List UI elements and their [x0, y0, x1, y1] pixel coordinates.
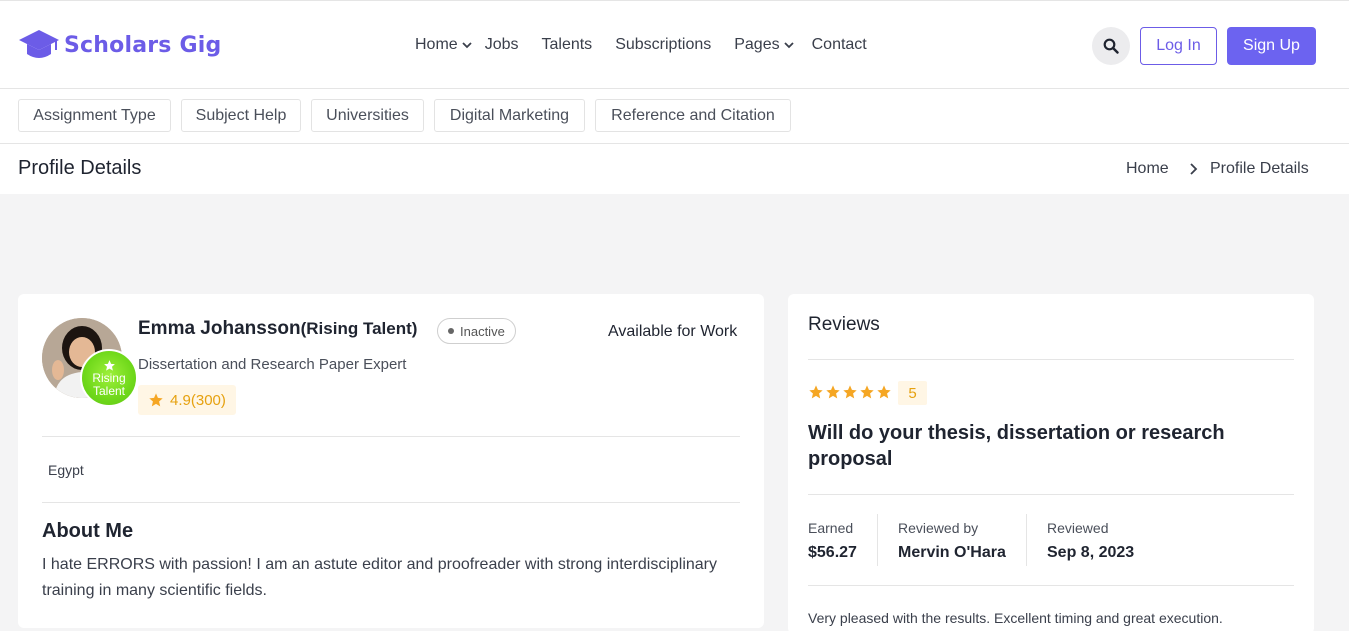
earned-value: $56.27: [808, 544, 857, 561]
category-digital-marketing[interactable]: Digital Marketing: [434, 99, 585, 132]
breadcrumb-current: Profile Details: [1210, 160, 1309, 177]
site-header: Scholars Gig Home Jobs Talents Subscript…: [0, 0, 1349, 89]
nav-contact-label: Contact: [811, 36, 867, 53]
meta-separator: [1026, 514, 1027, 566]
status-text: Inactive: [460, 323, 505, 339]
badge-line-1: Rising: [92, 370, 126, 385]
star-icon: [860, 385, 874, 399]
nav-subscriptions[interactable]: Subscriptions: [615, 36, 711, 54]
rising-talent-badge: Rising Talent: [80, 349, 138, 407]
earned-label: Earned: [808, 520, 854, 536]
star-icon: [826, 385, 840, 399]
meta-separator: [877, 514, 878, 566]
availability-text: Available for Work: [608, 323, 738, 340]
profile-name-text: Emma Johansson: [138, 318, 301, 339]
graduation-cap-icon: [19, 30, 59, 58]
page-title-bar: Profile Details Home Profile Details: [0, 144, 1349, 194]
about-text: I hate ERRORS with passion! I am an astu…: [42, 556, 717, 599]
brand-logo[interactable]: Scholars Gig: [18, 27, 221, 63]
rating-text: 4.9(300): [170, 391, 226, 409]
reviews-title: Reviews: [808, 314, 880, 335]
category-assignment-type[interactable]: Assignment Type: [18, 99, 171, 132]
review-text: Very pleased with the results. Excellent…: [808, 610, 1223, 626]
search-button[interactable]: [1092, 27, 1130, 65]
nav-pages-label: Pages: [734, 36, 780, 53]
profile-tagline: Dissertation and Research Paper Expert: [138, 356, 407, 373]
nav-subscriptions-label: Subscriptions: [615, 36, 712, 53]
about-heading: About Me: [42, 520, 134, 542]
review-stars: [808, 384, 892, 400]
reviewer-value: Mervin O'Hara: [898, 544, 1006, 561]
page-title: Profile Details: [18, 157, 142, 179]
nav-pages[interactable]: Pages: [734, 36, 794, 54]
nav-home-label: Home: [415, 36, 458, 53]
review-heading: Will do your thesis, dissertation or res…: [808, 422, 1225, 470]
review-date-label: Reviewed: [1047, 520, 1109, 536]
category-subject-help[interactable]: Subject Help: [181, 99, 301, 132]
location-text: Egypt: [48, 462, 84, 478]
chevron-down-icon: [783, 42, 794, 49]
nav-contact[interactable]: Contact: [812, 36, 867, 54]
star-icon: [103, 359, 115, 371]
nav-jobs[interactable]: Jobs: [485, 36, 519, 54]
divider: [808, 494, 1294, 495]
nav-jobs-label: Jobs: [484, 36, 519, 53]
reviewer-label: Reviewed by: [898, 520, 979, 536]
nav-talents-label: Talents: [541, 36, 593, 53]
profile-name: Emma Johansson(Rising Talent): [138, 318, 417, 340]
breadcrumb-home[interactable]: Home: [1126, 160, 1169, 178]
review-date-value: Sep 8, 2023: [1047, 544, 1135, 561]
badge-line-2: Talent: [92, 383, 126, 398]
star-icon: [877, 385, 891, 399]
signup-button[interactable]: Sign Up: [1227, 27, 1316, 65]
rating-badge: 4.9(300): [138, 385, 236, 415]
divider: [42, 436, 740, 437]
divider: [808, 359, 1294, 360]
main-nav: Home Jobs Talents Subscriptions Pages Co…: [415, 36, 867, 54]
profile-card: Rising Talent Emma Johansson(Rising Tale…: [18, 294, 764, 628]
divider: [808, 585, 1294, 586]
status-badge: Inactive: [437, 318, 516, 344]
status-dot-icon: [448, 328, 454, 334]
login-button[interactable]: Log In: [1140, 27, 1217, 65]
nav-talents[interactable]: Talents: [541, 36, 592, 54]
divider: [42, 502, 740, 503]
profile-name-suffix: (Rising Talent): [300, 319, 418, 338]
star-icon: [843, 385, 857, 399]
brand-name: Scholars Gig: [64, 32, 222, 58]
review-score: 5: [898, 381, 927, 405]
category-bar: Assignment Type Subject Help Universitie…: [0, 89, 1349, 144]
reviews-card: Reviews 5 Will do your thesis, dissertat…: [788, 294, 1314, 631]
nav-home[interactable]: Home: [415, 36, 473, 54]
chevron-right-icon: [1190, 163, 1198, 175]
star-icon: [149, 393, 163, 407]
chevron-down-icon: [462, 42, 472, 49]
category-universities[interactable]: Universities: [311, 99, 424, 132]
search-icon: [1103, 38, 1119, 54]
category-reference-citation[interactable]: Reference and Citation: [595, 99, 791, 132]
star-icon: [809, 385, 823, 399]
